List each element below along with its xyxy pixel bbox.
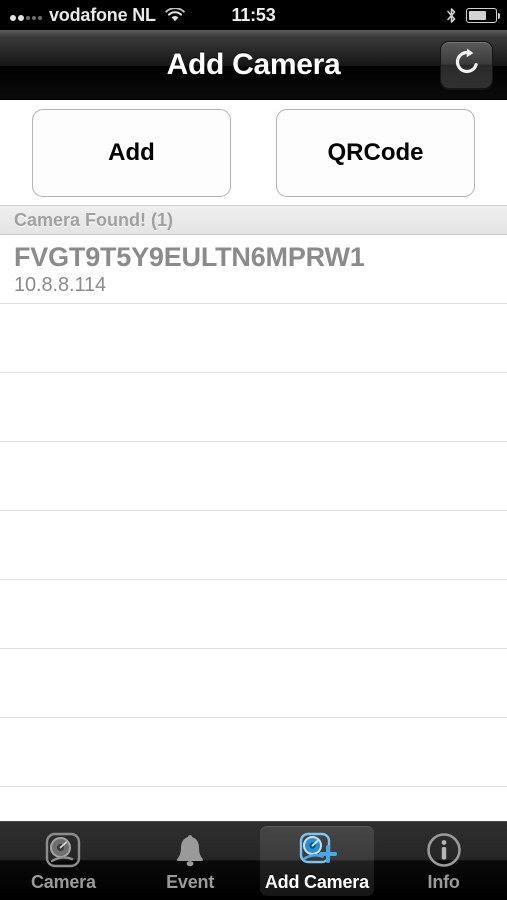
add-camera-icon <box>297 830 337 870</box>
tab-bar: Camera Event Add Camera Info <box>0 821 507 900</box>
section-header: Camera Found! (1) <box>0 205 507 235</box>
refresh-button[interactable] <box>440 40 493 89</box>
bluetooth-icon <box>446 7 457 24</box>
list-item-empty <box>0 511 507 580</box>
list-item-empty <box>0 304 507 373</box>
list-item-empty <box>0 442 507 511</box>
list-item-empty <box>0 580 507 649</box>
status-bar-left: vodafone NL <box>10 5 185 26</box>
info-circle-icon <box>425 830 463 870</box>
list-item-empty <box>0 718 507 787</box>
list-item-empty <box>0 373 507 442</box>
tab-camera[interactable]: Camera <box>0 822 127 900</box>
wifi-icon <box>165 6 185 23</box>
webcam-icon <box>44 830 82 870</box>
camera-ip-label: 10.8.8.114 <box>14 274 107 296</box>
navigation-bar: Add Camera <box>0 30 507 100</box>
status-bar-right <box>446 7 500 24</box>
camera-id-label: FVGT9T5Y9EULTN6MPRW1 <box>14 242 365 272</box>
tab-event[interactable]: Event <box>127 822 254 900</box>
tab-label: Camera <box>30 871 96 892</box>
action-button-row: Add QRCode <box>0 100 507 205</box>
battery-icon <box>466 7 500 23</box>
signal-bars-icon <box>10 9 42 21</box>
tab-label: Add Camera <box>264 871 369 892</box>
phone-screen: vodafone NL 11:53 Add Camera Add QRCode … <box>0 0 507 900</box>
list-item[interactable]: FVGT9T5Y9EULTN6MPRW1 10.8.8.114 <box>0 235 507 304</box>
tab-label: Info <box>427 871 460 892</box>
bell-icon <box>173 830 207 870</box>
camera-list: FVGT9T5Y9EULTN6MPRW1 10.8.8.114 <box>0 235 507 821</box>
list-item-empty <box>0 649 507 718</box>
qrcode-button[interactable]: QRCode <box>276 108 475 197</box>
add-button[interactable]: Add <box>32 108 231 197</box>
tab-label: Event <box>166 871 215 892</box>
carrier-label: vodafone NL <box>49 4 156 25</box>
status-bar: vodafone NL 11:53 <box>0 0 507 30</box>
page-title: Add Camera <box>166 47 341 81</box>
tab-info[interactable]: Info <box>380 822 507 900</box>
refresh-icon <box>452 47 482 82</box>
tab-add-camera[interactable]: Add Camera <box>254 822 381 900</box>
